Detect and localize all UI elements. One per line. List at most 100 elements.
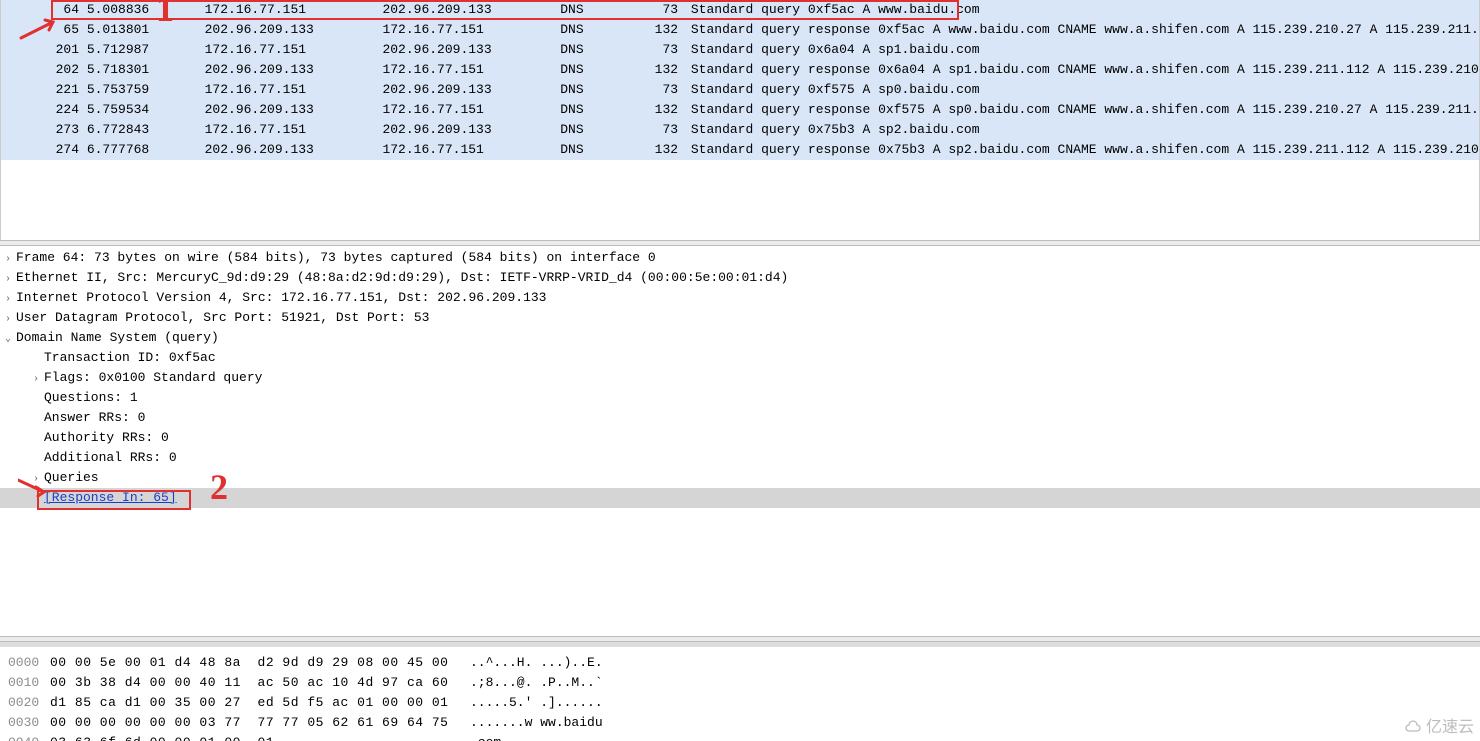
col-source: 172.16.77.151 <box>205 80 375 100</box>
tree-dns-questions[interactable]: Questions: 1 <box>0 388 1480 408</box>
bytes-hex: 00 00 5e 00 01 d4 48 8a d2 9d d9 29 08 0… <box>50 653 470 673</box>
bytes-ascii: .com.... . <box>470 733 548 741</box>
tree-ethernet-label: Ethernet II, Src: MercuryC_9d:d9:29 (48:… <box>16 270 788 285</box>
bytes-ascii: .......w ww.baidu <box>470 713 603 733</box>
col-time: 6.777768 <box>87 140 197 160</box>
col-destination: 172.16.77.151 <box>382 100 552 120</box>
col-source: 172.16.77.151 <box>205 40 375 60</box>
col-time: 6.772843 <box>87 120 197 140</box>
tree-dns-queries-label: Queries <box>44 470 99 485</box>
tree-dns-authority-rrs[interactable]: Authority RRs: 0 <box>0 428 1480 448</box>
packet-row[interactable]: 64 5.008836 172.16.77.151 202.96.209.133… <box>1 0 1479 20</box>
col-source: 202.96.209.133 <box>205 60 375 80</box>
col-info: Standard query 0x6a04 A sp1.baidu.com <box>691 40 980 60</box>
chevron-right-icon[interactable]: › <box>0 310 16 330</box>
col-destination: 202.96.209.133 <box>382 80 552 100</box>
col-protocol: DNS <box>560 20 630 40</box>
col-length: 132 <box>638 140 683 160</box>
chevron-right-icon[interactable]: › <box>0 290 16 310</box>
bytes-hex: d1 85 ca d1 00 35 00 27 ed 5d f5 ac 01 0… <box>50 693 470 713</box>
chevron-down-icon[interactable]: ⌄ <box>0 330 16 350</box>
col-info: Standard query response 0xf575 A sp0.bai… <box>691 100 1480 120</box>
packet-row[interactable]: 273 6.772843 172.16.77.151 202.96.209.13… <box>1 120 1479 140</box>
tree-dns-response-in[interactable]: [Response In: 65] <box>0 488 1480 508</box>
tree-dns-flags-label: Flags: 0x0100 Standard query <box>44 370 262 385</box>
packet-row[interactable]: 274 6.777768 202.96.209.133 172.16.77.15… <box>1 140 1479 160</box>
col-time: 5.712987 <box>87 40 197 60</box>
col-source: 202.96.209.133 <box>205 20 375 40</box>
bytes-hex: 00 00 00 00 00 00 03 77 77 77 05 62 61 6… <box>50 713 470 733</box>
tree-frame[interactable]: ›Frame 64: 73 bytes on wire (584 bits), … <box>0 248 1480 268</box>
col-protocol: DNS <box>560 120 630 140</box>
col-info: Standard query 0x75b3 A sp2.baidu.com <box>691 120 980 140</box>
col-destination: 172.16.77.151 <box>382 60 552 80</box>
packet-row[interactable]: 65 5.013801 202.96.209.133 172.16.77.151… <box>1 20 1479 40</box>
tree-dns-txid[interactable]: Transaction ID: 0xf5ac <box>0 348 1480 368</box>
col-protocol: DNS <box>560 60 630 80</box>
chevron-right-icon[interactable]: › <box>0 270 16 290</box>
col-destination: 202.96.209.133 <box>382 120 552 140</box>
bytes-hex: 00 3b 38 d4 00 00 40 11 ac 50 ac 10 4d 9… <box>50 673 470 693</box>
bytes-ascii: .....5.' .]...... <box>470 693 603 713</box>
tree-dns-label: Domain Name System (query) <box>16 330 219 345</box>
tree-dns-queries[interactable]: ›Queries <box>0 468 1480 488</box>
packet-row[interactable]: 201 5.712987 172.16.77.151 202.96.209.13… <box>1 40 1479 60</box>
col-no: 64 <box>49 0 79 20</box>
tree-ip[interactable]: ›Internet Protocol Version 4, Src: 172.1… <box>0 288 1480 308</box>
tree-dns-answer-rrs-label: Answer RRs: 0 <box>44 410 145 425</box>
col-source: 202.96.209.133 <box>205 140 375 160</box>
col-protocol: DNS <box>560 100 630 120</box>
cloud-icon <box>1404 719 1422 737</box>
tree-frame-label: Frame 64: 73 bytes on wire (584 bits), 7… <box>16 250 656 265</box>
bytes-row[interactable]: 004003 63 6f 6d 00 00 01 00 01.com.... . <box>0 733 1480 741</box>
packet-row[interactable]: 202 5.718301 202.96.209.133 172.16.77.15… <box>1 60 1479 80</box>
col-length: 73 <box>638 120 683 140</box>
col-length: 132 <box>638 60 683 80</box>
bytes-row[interactable]: 003000 00 00 00 00 00 03 77 77 77 05 62 … <box>0 713 1480 733</box>
packet-list-pane[interactable]: 64 5.008836 172.16.77.151 202.96.209.133… <box>0 0 1480 240</box>
chevron-right-icon[interactable]: › <box>0 250 16 270</box>
col-no: 221 <box>49 80 79 100</box>
col-source: 202.96.209.133 <box>205 100 375 120</box>
packet-row[interactable]: 224 5.759534 202.96.209.133 172.16.77.15… <box>1 100 1479 120</box>
col-length: 73 <box>638 0 683 20</box>
col-time: 5.759534 <box>87 100 197 120</box>
tree-udp[interactable]: ›User Datagram Protocol, Src Port: 51921… <box>0 308 1480 328</box>
tree-ethernet[interactable]: ›Ethernet II, Src: MercuryC_9d:d9:29 (48… <box>0 268 1480 288</box>
bytes-row[interactable]: 001000 3b 38 d4 00 00 40 11 ac 50 ac 10 … <box>0 673 1480 693</box>
tree-dns-authority-rrs-label: Authority RRs: 0 <box>44 430 169 445</box>
col-destination: 202.96.209.133 <box>382 40 552 60</box>
tree-dns-txid-label: Transaction ID: 0xf5ac <box>44 350 216 365</box>
col-source: 172.16.77.151 <box>205 120 375 140</box>
response-in-link[interactable]: [Response In: 65] <box>44 490 177 505</box>
col-protocol: DNS <box>560 0 630 20</box>
chevron-right-icon[interactable]: › <box>28 470 44 490</box>
tree-dns-additional-rrs[interactable]: Additional RRs: 0 <box>0 448 1480 468</box>
col-info: Standard query response 0x6a04 A sp1.bai… <box>691 60 1480 80</box>
col-no: 201 <box>49 40 79 60</box>
col-info: Standard query 0xf575 A sp0.baidu.com <box>691 80 980 100</box>
chevron-right-icon[interactable]: › <box>28 370 44 390</box>
col-info: Standard query 0xf5ac A www.baidu.com <box>691 0 980 20</box>
tree-dns-answer-rrs[interactable]: Answer RRs: 0 <box>0 408 1480 428</box>
bytes-row[interactable]: 000000 00 5e 00 01 d4 48 8a d2 9d d9 29 … <box>0 653 1480 673</box>
bytes-offset: 0010 <box>8 673 50 693</box>
col-info: Standard query response 0x75b3 A sp2.bai… <box>691 140 1480 160</box>
col-no: 273 <box>49 120 79 140</box>
col-protocol: DNS <box>560 140 630 160</box>
tree-dns[interactable]: ⌄Domain Name System (query) <box>0 328 1480 348</box>
packet-row[interactable]: 221 5.753759 172.16.77.151 202.96.209.13… <box>1 80 1479 100</box>
watermark: 亿速云 <box>1404 713 1474 737</box>
bytes-row[interactable]: 0020d1 85 ca d1 00 35 00 27 ed 5d f5 ac … <box>0 693 1480 713</box>
col-destination: 172.16.77.151 <box>382 140 552 160</box>
watermark-text: 亿速云 <box>1426 719 1474 736</box>
col-no: 274 <box>49 140 79 160</box>
col-length: 132 <box>638 100 683 120</box>
packet-details-pane[interactable]: ›Frame 64: 73 bytes on wire (584 bits), … <box>0 246 1480 636</box>
col-protocol: DNS <box>560 40 630 60</box>
bytes-ascii: ..^...H. ...)..E. <box>470 653 603 673</box>
bytes-offset: 0020 <box>8 693 50 713</box>
packet-bytes-pane[interactable]: 000000 00 5e 00 01 d4 48 8a d2 9d d9 29 … <box>0 642 1480 741</box>
tree-dns-additional-rrs-label: Additional RRs: 0 <box>44 450 177 465</box>
tree-dns-flags[interactable]: ›Flags: 0x0100 Standard query <box>0 368 1480 388</box>
